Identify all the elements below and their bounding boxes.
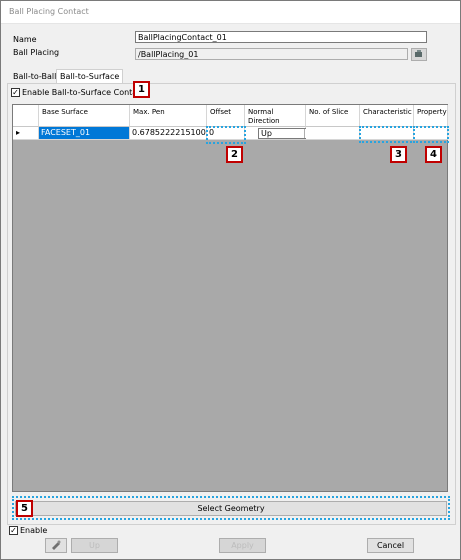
title-bar: Ball Placing Contact xyxy=(1,1,460,24)
window-title: Ball Placing Contact xyxy=(9,7,89,16)
row-indicator[interactable]: ▸ xyxy=(13,127,39,140)
tab-ball-to-surface[interactable]: Ball-to-Surface xyxy=(56,69,124,83)
callout-2: 2 xyxy=(226,146,243,163)
ball-placing-input[interactable]: /BallPlacing_01 xyxy=(135,48,408,60)
enable-surface-contact-label: Enable Ball-to-Surface Contact xyxy=(22,88,145,97)
cancel-button[interactable]: Cancel xyxy=(367,538,414,553)
callout-4: 4 xyxy=(425,146,442,163)
column-header-offset[interactable]: Offset xyxy=(207,105,245,127)
enable-label: Enable xyxy=(20,526,48,535)
cell-max-pen[interactable]: 0.678522221510084 xyxy=(130,127,207,140)
column-header-base-surface[interactable]: Base Surface xyxy=(39,105,130,127)
tool-button[interactable] xyxy=(45,538,67,553)
ball-placing-label: Ball Placing xyxy=(13,48,60,57)
highlight-characteristic xyxy=(359,126,415,143)
cell-base-surface[interactable]: FACESET_01 xyxy=(39,127,130,140)
apply-button[interactable]: Apply xyxy=(219,538,266,553)
column-header-normal-direction[interactable]: Normal Direction xyxy=(245,105,306,127)
tab-ball-to-ball[interactable]: Ball-to-Ball xyxy=(10,70,59,83)
browse-button[interactable] xyxy=(411,48,427,61)
select-geometry-button[interactable]: Select Geometry xyxy=(15,501,447,516)
enable-checkbox[interactable]: ✓ xyxy=(9,526,18,535)
column-header-no-of-slice[interactable]: No. of Slice xyxy=(306,105,360,127)
enable-surface-contact-checkbox[interactable]: ✓ xyxy=(11,88,20,97)
normal-direction-value: Up xyxy=(261,129,272,138)
column-header-max-pen[interactable]: Max. Pen xyxy=(130,105,207,127)
pen-icon xyxy=(52,540,61,550)
up-button[interactable]: Up xyxy=(71,538,118,553)
row-header-corner xyxy=(13,105,39,127)
callout-3: 3 xyxy=(390,146,407,163)
browse-icon xyxy=(415,50,422,57)
name-label: Name xyxy=(13,35,37,44)
callout-5: 5 xyxy=(16,500,33,517)
highlight-offset xyxy=(206,126,246,144)
column-header-property[interactable]: Property xyxy=(414,105,448,127)
dialog-window: Ball Placing Contact Name BallPlacingCon… xyxy=(0,0,461,560)
column-header-characteristic[interactable]: Characteristic xyxy=(360,105,414,127)
cell-no-of-slice[interactable] xyxy=(306,127,360,140)
callout-1: 1 xyxy=(133,81,150,98)
name-input[interactable]: BallPlacingContact_01 xyxy=(135,31,427,43)
highlight-property xyxy=(413,126,449,143)
